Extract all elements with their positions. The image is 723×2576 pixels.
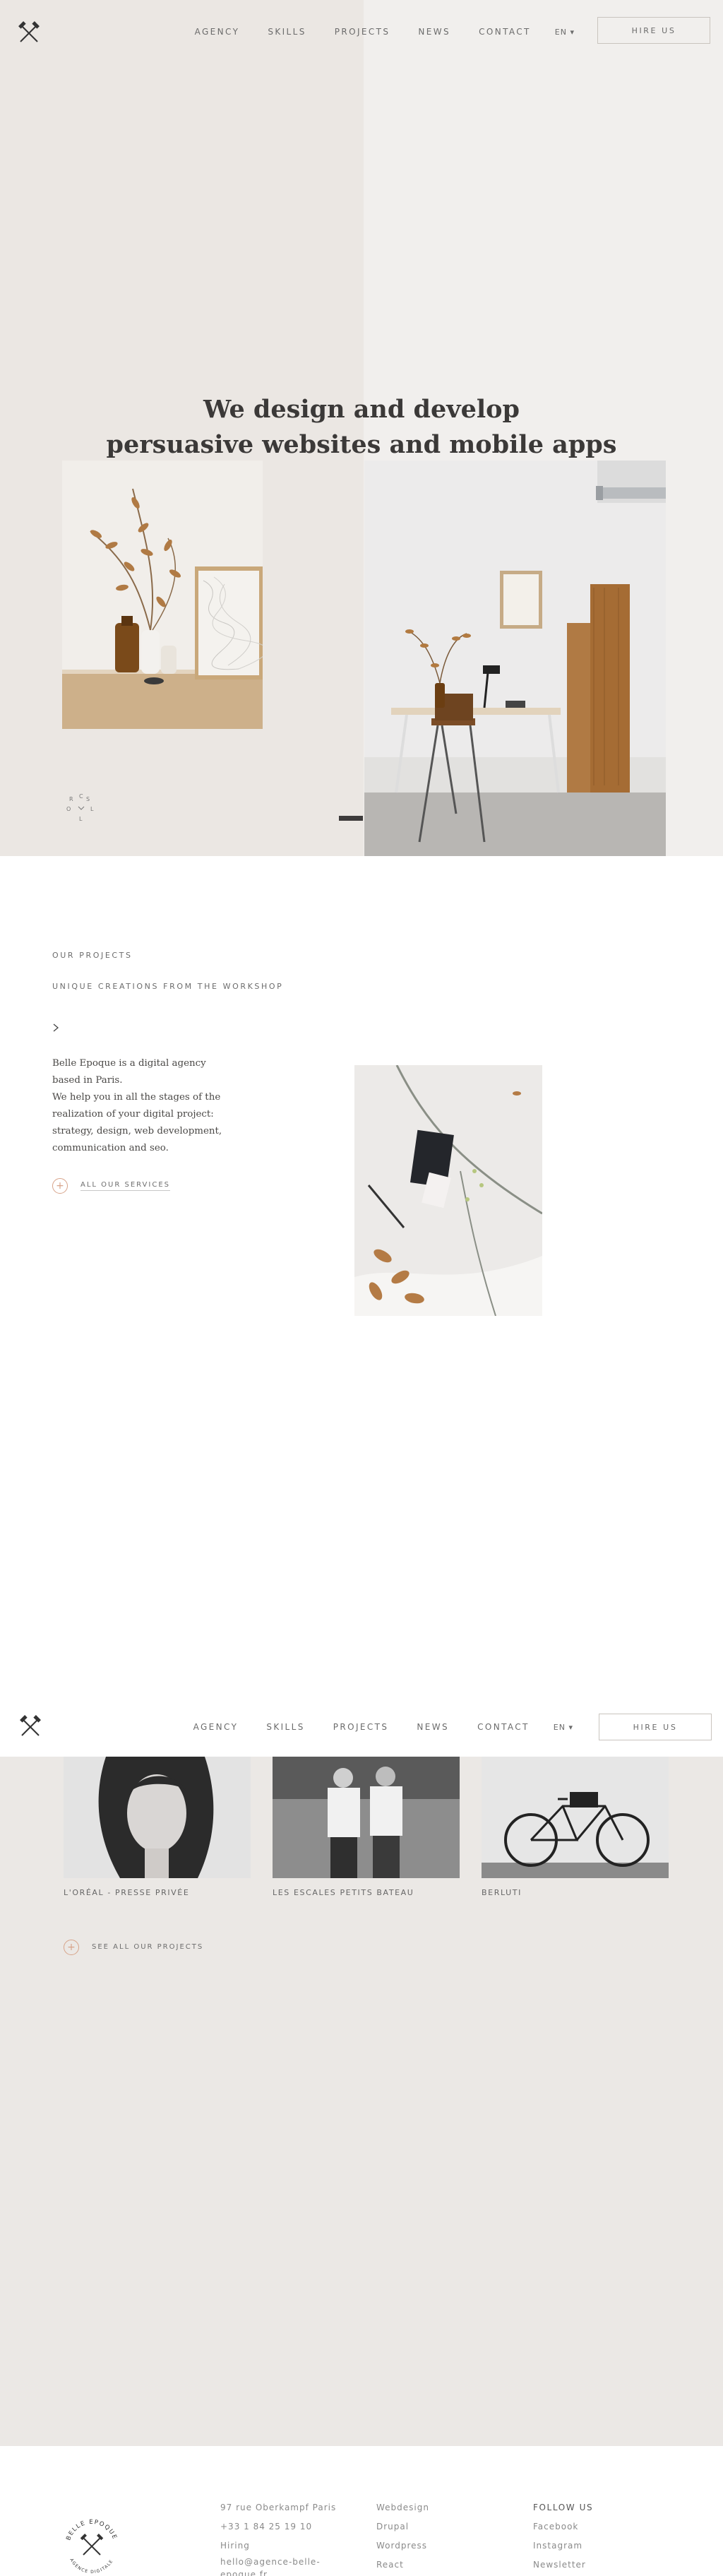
footer-email-line1: hello@agence-belle- (220, 2557, 321, 2567)
footer-follow-title: FOLLOW US (533, 2503, 594, 2512)
nav-news[interactable]: NEWS (418, 27, 450, 37)
nav-projects[interactable]: PROJECTS (335, 27, 390, 37)
project-image-loreal (64, 1757, 251, 1878)
project-image-berluti (482, 1757, 669, 1878)
project-card-loreal[interactable]: L'ORÉAL - PRESSE PRIVÉE (64, 1757, 251, 1897)
language-selector[interactable]: EN ▾ (555, 28, 575, 37)
site-footer: BELLE EPOQUE AGENCE DIGITALE 97 rue Ober… (0, 2446, 723, 2576)
hero-image-desk (364, 461, 666, 856)
footer-hiring[interactable]: Hiring (220, 2536, 336, 2556)
all-services-label: ALL OUR SERVICES (80, 1181, 170, 1191)
intro-paragraph-2: We help you in all the stages of the rea… (52, 1092, 222, 1153)
svg-text:BELLE EPOQUE: BELLE EPOQUE (65, 2519, 118, 2541)
hero-title: We design and develop persuasive website… (0, 392, 723, 463)
hero-title-line1: We design and develop (203, 395, 520, 424)
nav-news[interactable]: NEWS (417, 1722, 449, 1732)
all-services-link[interactable]: + ALL OUR SERVICES (52, 1178, 170, 1194)
intro-paragraph-1: Belle Epoque is a digital agency based i… (52, 1058, 206, 1086)
project-label-loreal: L'ORÉAL - PRESSE PRIVÉE (64, 1888, 190, 1897)
nav-projects[interactable]: PROJECTS (333, 1722, 389, 1732)
see-all-projects-link[interactable]: + SEE ALL OUR PROJECTS (64, 1940, 203, 1955)
nav-contact[interactable]: CONTACT (477, 1722, 530, 1732)
svg-text:L: L (79, 816, 83, 822)
sticky-header: AGENCY SKILLS PROJECTS NEWS CONTACT EN ▾… (0, 1697, 723, 1757)
plus-circle-icon: + (52, 1178, 68, 1194)
footer-skill-react[interactable]: React (376, 2556, 429, 2575)
footer-email-line2: epoque.fr (220, 2570, 268, 2576)
plus-circle-icon: + (64, 1940, 79, 1955)
svg-text:L: L (90, 806, 94, 812)
hero-section: We design and develop persuasive website… (0, 0, 723, 856)
hire-us-button[interactable]: HIRE US (597, 17, 710, 44)
footer-phone[interactable]: +33 1 84 25 19 10 (220, 2517, 336, 2536)
footer-contact: 97 rue Oberkampf Paris +33 1 84 25 19 10… (220, 2498, 336, 2576)
project-card-berluti[interactable]: BERLUTI (482, 1757, 669, 1897)
sticky-nav: AGENCY SKILLS PROJECTS NEWS CONTACT EN ▾ (165, 1697, 573, 1757)
projects-eyebrow: OUR PROJECTS (52, 951, 133, 960)
intro-text: Belle Epoque is a digital agency based i… (52, 1055, 236, 1157)
footer-facebook-link[interactable]: Facebook (533, 2517, 593, 2536)
hero-image-vase (62, 461, 263, 729)
nav-agency[interactable]: AGENCY (195, 27, 240, 37)
footer-newsletter-link[interactable]: Newsletter (533, 2556, 593, 2575)
main-nav: AGENCY SKILLS PROJECTS NEWS CONTACT EN ▾ (167, 0, 575, 64)
svg-text:AGENCE DIGITALE: AGENCE DIGITALE (68, 2558, 114, 2575)
footer-skill-wordpress[interactable]: Wordpress (376, 2536, 429, 2556)
svg-text:C: C (79, 793, 83, 800)
language-selector[interactable]: EN ▾ (554, 1723, 573, 1732)
footer-skills: Webdesign Drupal Wordpress React (376, 2498, 429, 2575)
chevron-right-icon[interactable] (51, 1023, 61, 1033)
see-all-projects-label: SEE ALL OUR PROJECTS (92, 1942, 204, 1951)
footer-instagram-link[interactable]: Instagram (533, 2536, 593, 2556)
slider-indicator[interactable] (339, 816, 363, 821)
logo-hammers-icon[interactable] (18, 1715, 42, 1739)
svg-text:O: O (66, 806, 71, 812)
footer-skill-webdesign[interactable]: Webdesign (376, 2498, 429, 2517)
nav-agency[interactable]: AGENCY (193, 1722, 239, 1732)
footer-follow: FOLLOW US Facebook Instagram Newsletter (533, 2498, 593, 2575)
hire-us-button[interactable]: HIRE US (599, 1714, 712, 1740)
project-label-berluti: BERLUTI (482, 1888, 522, 1897)
logo-hammers-icon[interactable] (17, 21, 41, 45)
hero-title-line2: persuasive websites and mobile apps (106, 430, 617, 459)
nav-contact[interactable]: CONTACT (479, 27, 531, 37)
project-image-petits-bateau (273, 1757, 460, 1878)
belle-epoque-badge-icon: BELLE EPOQUE AGENCE DIGITALE (65, 2519, 118, 2575)
intro-image-notebook (354, 1065, 542, 1316)
project-label-petits-bateau: LES ESCALES PETITS BATEAU (273, 1888, 414, 1897)
nav-skills[interactable]: SKILLS (268, 27, 306, 37)
footer-email[interactable]: hello@agence-belle- epoque.fr (220, 2556, 336, 2576)
svg-text:S: S (86, 796, 90, 802)
scroll-indicator[interactable]: C S R O L L (61, 790, 104, 833)
footer-skill-drupal[interactable]: Drupal (376, 2517, 429, 2536)
footer-address: 97 rue Oberkampf Paris (220, 2503, 337, 2512)
nav-skills[interactable]: SKILLS (266, 1722, 304, 1732)
project-card-petits-bateau[interactable]: LES ESCALES PETITS BATEAU (273, 1757, 460, 1897)
site-header: AGENCY SKILLS PROJECTS NEWS CONTACT EN ▾… (0, 0, 723, 64)
projects-subtitle: UNIQUE CREATIONS FROM THE WORKSHOP (52, 982, 284, 991)
svg-text:R: R (69, 796, 73, 802)
